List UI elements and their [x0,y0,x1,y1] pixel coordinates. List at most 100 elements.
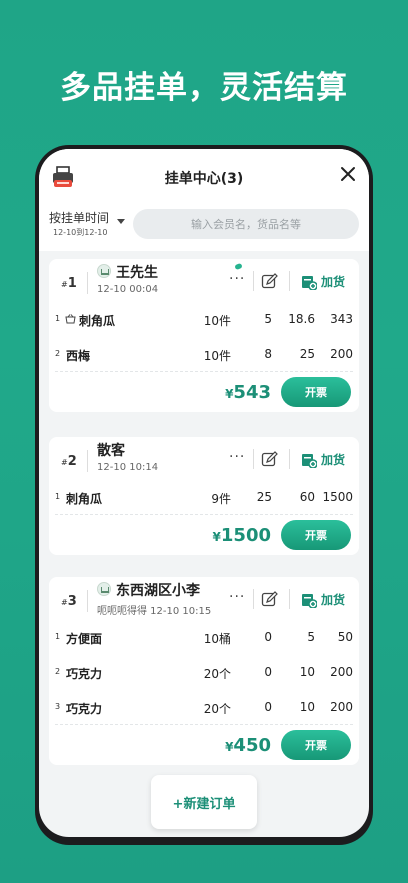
item-value-a: 5 [264,312,272,326]
phone-frame: 挂单中心(3) 按挂单时间 12-10到12-10 输入会员名，货品名等 #1 王… [35,145,373,845]
chevron-down-icon [117,219,125,224]
more-button[interactable]: ··· [229,271,245,287]
edit-icon[interactable] [261,591,278,608]
item-amount: 343 [330,312,353,326]
order-time: 呃呃呃得得 12-10 10:15 [97,606,212,617]
item-value-a: 8 [264,347,272,361]
item-price: 5 [307,630,315,644]
item-amount: 200 [330,347,353,361]
item-price: 10 [299,665,315,679]
item-index: 3 [55,702,61,711]
divider [87,590,88,612]
order-number: #1 [61,276,77,291]
close-icon[interactable] [339,165,357,183]
order-number: #2 [61,454,77,469]
order-footer: ¥543 开票 [49,372,359,412]
edit-icon[interactable] [261,273,278,290]
item-value-a: 0 [264,700,272,714]
add-goods-label: 加货 [321,453,346,467]
edit-icon[interactable] [261,451,278,468]
invoice-button[interactable]: 开票 [281,730,351,760]
new-order-button[interactable]: +新建订单 [151,775,257,829]
divider [253,589,254,609]
divider [87,450,88,472]
total-amount: 1500 [220,525,271,546]
item-quantity: 9件 [211,492,231,506]
sort-label: 按挂单时间 [49,211,110,225]
customer-name: 王先生 [116,265,158,281]
item-index: 2 [55,667,61,676]
cart-add-icon [302,276,317,290]
item-quantity: 20个 [203,667,231,681]
customer-name: 东西湖区小李 [116,583,200,599]
promo-title: 多品挂单，灵活结算 [60,70,348,106]
search-input[interactable]: 输入会员名，货品名等 [133,209,359,239]
cart-add-icon [302,594,317,608]
order-number-value: 2 [67,454,77,469]
item-row[interactable]: 1 方便面 10桶 0 5 50 [49,619,359,654]
order-total: ¥1500 [213,525,271,546]
divider [289,271,290,291]
date-range: 12-10到12-10 [53,228,108,237]
invoice-button[interactable]: 开票 [281,377,351,407]
filter-row: 按挂单时间 12-10到12-10 输入会员名，货品名等 [39,201,369,251]
order-total: ¥450 [225,735,271,756]
item-value-a: 25 [256,490,272,504]
item-name: 巧克力 [66,667,103,681]
order-number-value: 3 [67,594,77,609]
order-footer: ¥450 开票 [49,725,359,765]
member-crown-icon [97,264,111,278]
item-value-a: 0 [264,630,272,644]
item-index: 1 [55,492,61,501]
order-footer: ¥1500 开票 [49,515,359,555]
more-button[interactable]: ··· [229,449,245,465]
item-quantity: 10件 [203,314,231,328]
cart-add-icon [302,454,317,468]
order-number: #3 [61,594,77,609]
divider [289,449,290,469]
more-button[interactable]: ··· [229,589,245,605]
add-goods-label: 加货 [321,593,346,607]
basket-icon [65,314,76,324]
item-amount: 200 [330,665,353,679]
order-total: ¥543 [225,382,271,403]
item-name: 刺角瓜 [66,492,103,506]
order-header: #3 东西湖区小李呃呃呃得得 12-10 10:15 ··· 加货 [49,577,359,619]
order-card: #2 散客 12-10 10:14 ··· 加货 1 刺角瓜 9件 25 60 1500 ¥1500 开… [49,437,359,555]
item-index: 1 [55,314,61,323]
item-price: 10 [299,700,315,714]
item-index: 2 [55,349,61,358]
order-card: #1 王先生 12-10 00:04 ··· 加货 1 刺角瓜 10件 5 18.6 343 2 西梅 1… [49,259,359,412]
divider [253,271,254,291]
order-time: 12-10 10:14 [97,462,159,473]
item-name: 方便面 [66,632,103,646]
item-amount: 200 [330,700,353,714]
member-crown-icon [97,582,111,596]
item-index: 1 [55,632,61,641]
item-row[interactable]: 1 刺角瓜 9件 25 60 1500 [49,479,359,514]
divider [253,449,254,469]
item-amount: 1500 [322,490,353,504]
item-name: 巧克力 [66,702,103,716]
currency-symbol: ¥ [212,530,221,544]
item-quantity: 10桶 [203,632,231,646]
order-card: #3 东西湖区小李 呃呃呃得得 12-10 10:15 ··· 加货 1 方便面 10桶 0 5 5… [49,577,359,765]
total-amount: 450 [233,735,271,756]
item-row[interactable]: 2 巧克力 20个 0 10 200 [49,654,359,689]
item-row[interactable]: 1 刺角瓜 10件 5 18.6 343 [49,301,359,336]
customer-name: 散客 [97,443,125,459]
app-screen: 挂单中心(3) 按挂单时间 12-10到12-10 输入会员名，货品名等 #1 王… [39,149,369,837]
invoice-button[interactable]: 开票 [281,520,351,550]
item-value-a: 0 [264,665,272,679]
item-price: 18.6 [288,312,315,326]
item-row[interactable]: 2 西梅 10件 8 25 200 [49,336,359,371]
item-price: 25 [299,347,315,361]
divider [289,589,290,609]
order-number-value: 1 [67,276,77,291]
item-row[interactable]: 3 巧克力 20个 0 10 200 [49,689,359,724]
divider [87,272,88,294]
add-goods-label: 加货 [321,275,346,289]
order-header: #1 王先生 12-10 00:04 ··· 加货 [49,259,359,301]
item-name: 刺角瓜 [79,314,116,328]
item-quantity: 10件 [203,349,231,363]
